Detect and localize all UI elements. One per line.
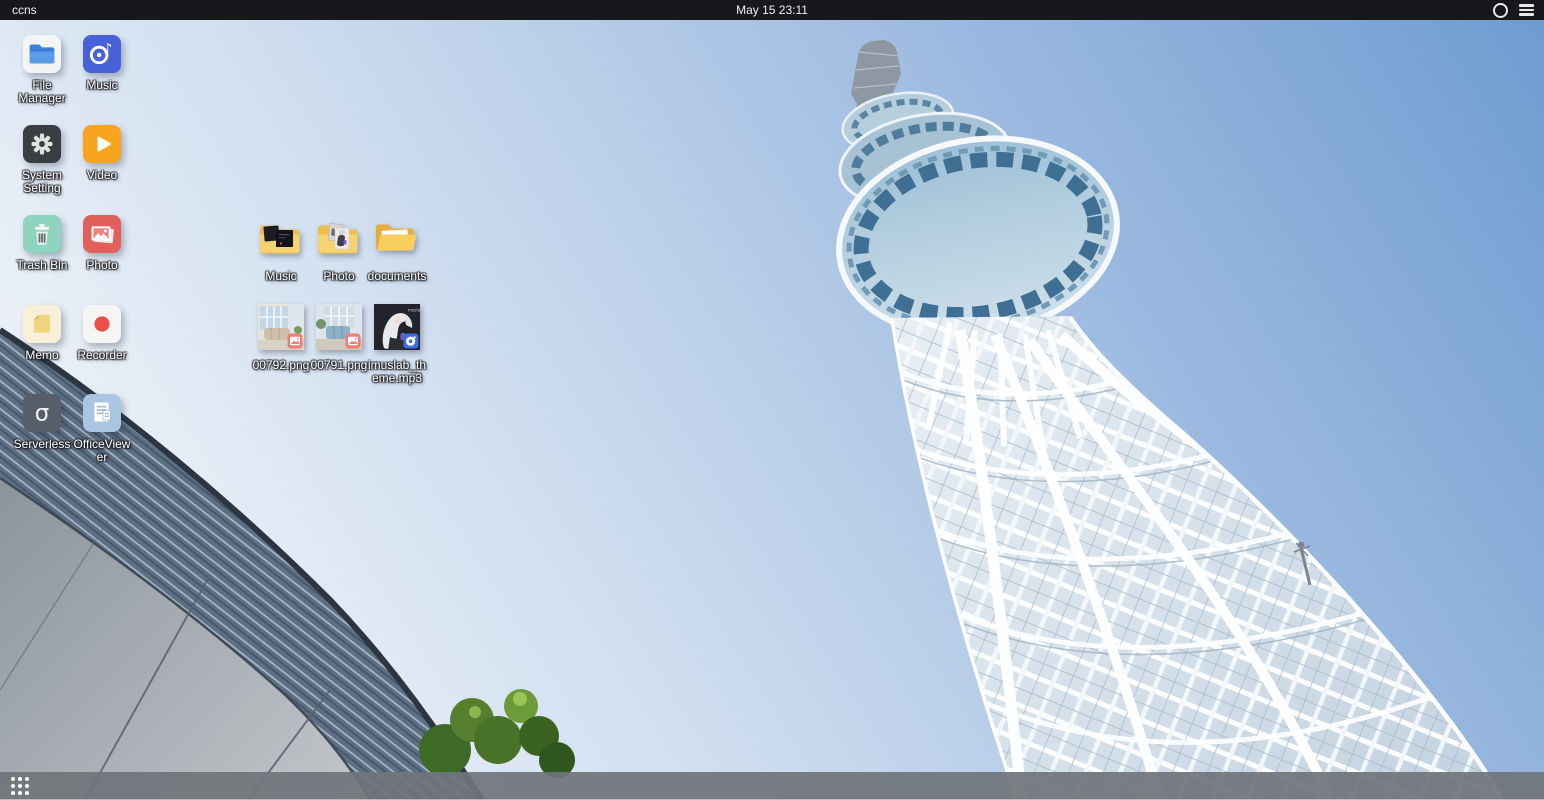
desktop-folder-documents[interactable]: documents (365, 219, 429, 283)
desktop-icon-music-app[interactable]: ♪ Music (72, 35, 132, 92)
album-art-text: muslab (408, 308, 420, 313)
desktop-icon-photo-app[interactable]: Photo (72, 215, 132, 272)
clock-label: May 15 23:11 (0, 3, 1544, 17)
top-bar: ccns May 15 23:11 (0, 0, 1544, 20)
menu-icon[interactable] (1519, 4, 1534, 15)
desktop-file-00792-png[interactable]: 00792.png (249, 304, 313, 372)
desktop-icon-trash-bin[interactable]: Trash Bin (12, 215, 72, 272)
trash-can-icon (23, 215, 61, 253)
blue-folder-icon (23, 35, 61, 73)
desktop-file-imuslab-theme-mp3[interactable]: muslab imuslab_theme.mp3 (365, 304, 429, 385)
desktop-icon-video[interactable]: Video (72, 125, 132, 182)
icon-label: Trash Bin (17, 259, 68, 272)
music-disc-icon: ♪ (83, 35, 121, 73)
file-label: imuslab_theme.mp3 (365, 359, 429, 385)
icon-label: Memo (25, 349, 58, 362)
gear-icon (23, 125, 61, 163)
app-grid-icon (11, 777, 29, 795)
file-label: 00792.png (253, 359, 310, 372)
play-icon (83, 125, 121, 163)
desktop-icon-system-setting[interactable]: System Setting (12, 125, 72, 195)
desktop-icon-serverless[interactable]: σ Serverless (12, 394, 72, 451)
svg-text:♪: ♪ (103, 42, 112, 58)
hostname-label: ccns (0, 3, 37, 17)
folder-with-photos-icon (315, 219, 363, 266)
sticky-note-icon (23, 305, 61, 343)
desktop-area: File Manager ♪ Music (0, 0, 1544, 800)
desktop-icon-recorder[interactable]: Recorder (72, 305, 132, 362)
folder-label: Photo (323, 270, 354, 283)
svg-text:σ: σ (35, 401, 49, 427)
desktop-icon-officeviewer[interactable]: OfficeViewer (72, 394, 132, 464)
photo-stack-icon (83, 215, 121, 253)
icon-label: System Setting (12, 169, 72, 195)
desktop-icon-memo[interactable]: Memo (12, 305, 72, 362)
app-launcher-button[interactable] (11, 777, 29, 795)
icon-label: File Manager (12, 79, 72, 105)
icon-label: Photo (86, 259, 117, 272)
document-icon (83, 394, 121, 432)
audio-thumbnail: muslab (374, 304, 420, 355)
file-label: 00791.png (311, 359, 368, 372)
folder-label: Music (265, 270, 296, 283)
icon-label: Serverless (14, 438, 71, 451)
folder-label: documents (368, 270, 427, 283)
taskbar (0, 772, 1544, 800)
desktop-folder-music[interactable]: Music (249, 219, 313, 283)
open-folder-icon (373, 219, 421, 266)
icon-label: Video (87, 169, 117, 182)
sigma-icon: σ (23, 394, 61, 432)
desktop-icon-file-manager[interactable]: File Manager (12, 35, 72, 105)
record-dot-icon (83, 305, 121, 343)
image-thumbnail (258, 304, 304, 355)
folder-with-album-art-icon (257, 219, 305, 266)
icon-label: OfficeViewer (72, 438, 132, 464)
desktop-file-00791-png[interactable]: 00791.png (307, 304, 371, 372)
image-thumbnail (316, 304, 362, 355)
desktop-folder-photo[interactable]: Photo (307, 219, 371, 283)
icon-label: Music (86, 79, 117, 92)
icon-label: Recorder (77, 349, 126, 362)
power-ring-icon[interactable] (1493, 3, 1508, 18)
